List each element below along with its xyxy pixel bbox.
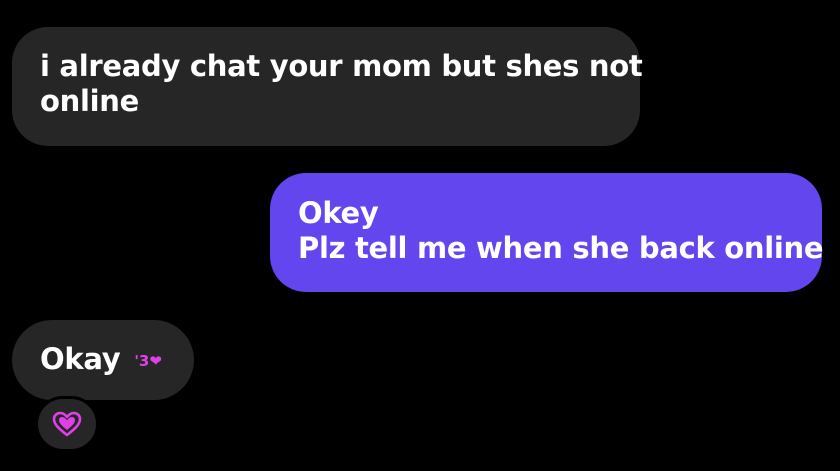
message-text: Okay (40, 342, 121, 376)
heart-icon (52, 411, 82, 437)
heart-reaction-badge[interactable] (35, 396, 99, 452)
kiss-emoticon: '3❤ (134, 352, 162, 370)
message-text-line: i already chat your mom but shes not (40, 49, 643, 83)
message-text-line: Okay '3❤ (40, 342, 194, 377)
message-text-line: Okey (298, 196, 379, 230)
received-message-bubble[interactable]: i already chat your mom but shes not onl… (12, 27, 643, 146)
received-message-bubble[interactable]: Okay '3❤ (12, 320, 194, 400)
sent-message-bubble[interactable]: Okey Plz tell me when she back online (270, 173, 824, 292)
message-text-line: online (40, 84, 139, 118)
chat-thread: i already chat your mom but shes not onl… (0, 0, 840, 471)
message-text-line: Plz tell me when she back online (298, 231, 824, 265)
